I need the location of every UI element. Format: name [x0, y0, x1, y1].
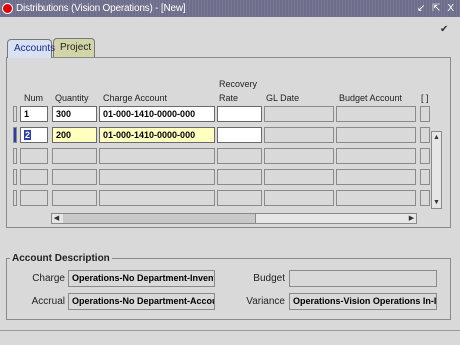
- row-indicator[interactable]: [13, 106, 17, 122]
- recovery-rate-cell[interactable]: [217, 169, 262, 185]
- horizontal-scroll-thumb[interactable]: [63, 214, 256, 223]
- col-header-folder[interactable]: [ ]: [421, 93, 429, 103]
- quantity-cell[interactable]: [52, 190, 97, 206]
- row-indicator[interactable]: [13, 169, 17, 185]
- row-extra-cell[interactable]: [420, 190, 430, 206]
- accrual-description-field[interactable]: Operations-No Department-Accounts I: [68, 293, 215, 310]
- window-title: Distributions (Vision Operations) - [New…: [16, 3, 186, 14]
- budget-account-cell[interactable]: [336, 190, 416, 206]
- num-cell[interactable]: 1: [20, 106, 48, 122]
- budget-account-cell[interactable]: [336, 106, 416, 122]
- account-description-legend: Account Description: [10, 253, 112, 264]
- charge-account-cell[interactable]: 01-000-1410-0000-000: [99, 127, 215, 143]
- gl-date-cell[interactable]: [264, 127, 334, 143]
- col-header-recovery-rate-line2: Rate: [219, 93, 239, 103]
- distributions-window: Distributions (Vision Operations) - [New…: [0, 0, 460, 345]
- charge-account-cell[interactable]: [99, 169, 215, 185]
- variance-description-field[interactable]: Operations-Vision Operations In-Invoi: [289, 293, 437, 310]
- gl-date-cell[interactable]: [264, 190, 334, 206]
- charge-description-field[interactable]: Operations-No Department-Inventory: [68, 270, 215, 287]
- quantity-cell[interactable]: [52, 169, 97, 185]
- scroll-right-icon[interactable]: ▶: [407, 214, 416, 223]
- budget-description-field[interactable]: [289, 270, 437, 287]
- scroll-down-icon[interactable]: ▼: [432, 198, 441, 207]
- row-indicator[interactable]: [13, 148, 17, 164]
- col-header-budget-account: Budget Account: [339, 93, 403, 103]
- quantity-cell[interactable]: 300: [52, 106, 97, 122]
- recovery-rate-cell[interactable]: [217, 127, 262, 143]
- col-header-recovery-rate-line1: Recovery: [219, 79, 258, 89]
- tab-project[interactable]: Project: [53, 38, 95, 57]
- oracle-app-icon: [2, 3, 13, 14]
- recovery-rate-cell[interactable]: [217, 190, 262, 206]
- charge-label: Charge: [32, 273, 65, 284]
- col-header-num: Num: [24, 93, 44, 103]
- charge-account-cell[interactable]: 01-000-1410-0000-000: [99, 106, 215, 122]
- row-indicator[interactable]: [13, 190, 17, 206]
- tab-accounts[interactable]: Accounts: [7, 39, 55, 58]
- row-extra-cell[interactable]: [420, 169, 430, 185]
- gl-date-cell[interactable]: [264, 169, 334, 185]
- account-description-group: [6, 258, 451, 320]
- vertical-scrollbar[interactable]: ▲ ▼: [431, 131, 442, 209]
- window-bottom-divider: [0, 330, 460, 331]
- title-bar[interactable]: Distributions (Vision Operations) - [New…: [0, 0, 460, 17]
- window-control-buttons[interactable]: ↙ ⇱ X: [417, 0, 456, 17]
- scroll-up-icon[interactable]: ▲: [432, 133, 441, 142]
- row-extra-cell[interactable]: [420, 148, 430, 164]
- charge-account-cell[interactable]: [99, 190, 215, 206]
- budget-account-cell[interactable]: [336, 148, 416, 164]
- row-indicator-selected[interactable]: [13, 127, 17, 143]
- gl-date-cell[interactable]: [264, 106, 334, 122]
- charge-account-cell[interactable]: [99, 148, 215, 164]
- num-cell[interactable]: [20, 169, 48, 185]
- col-header-charge-account: Charge Account: [103, 93, 168, 103]
- recovery-rate-cell[interactable]: [217, 148, 262, 164]
- scroll-left-icon[interactable]: ◀: [52, 214, 61, 223]
- check-icon[interactable]: ✔: [440, 25, 450, 35]
- budget-label: Budget: [253, 273, 285, 284]
- quantity-cell[interactable]: [52, 148, 97, 164]
- row-extra-cell[interactable]: [420, 106, 430, 122]
- col-header-quantity: Quantity: [55, 93, 89, 103]
- variance-label: Variance: [246, 296, 285, 307]
- num-cell[interactable]: [20, 148, 48, 164]
- col-header-gl-date: GL Date: [266, 93, 300, 103]
- budget-account-cell[interactable]: [336, 169, 416, 185]
- gl-date-cell[interactable]: [264, 148, 334, 164]
- num-cell[interactable]: [20, 190, 48, 206]
- num-cell-selected[interactable]: 2: [20, 127, 48, 143]
- budget-account-cell[interactable]: [336, 127, 416, 143]
- row-extra-cell[interactable]: [420, 127, 430, 143]
- recovery-rate-cell[interactable]: [217, 106, 262, 122]
- quantity-cell[interactable]: 200: [52, 127, 97, 143]
- num-cell-value: 2: [24, 130, 32, 140]
- horizontal-scrollbar[interactable]: ◀ ▶: [51, 213, 417, 224]
- accrual-label: Accrual: [31, 296, 65, 307]
